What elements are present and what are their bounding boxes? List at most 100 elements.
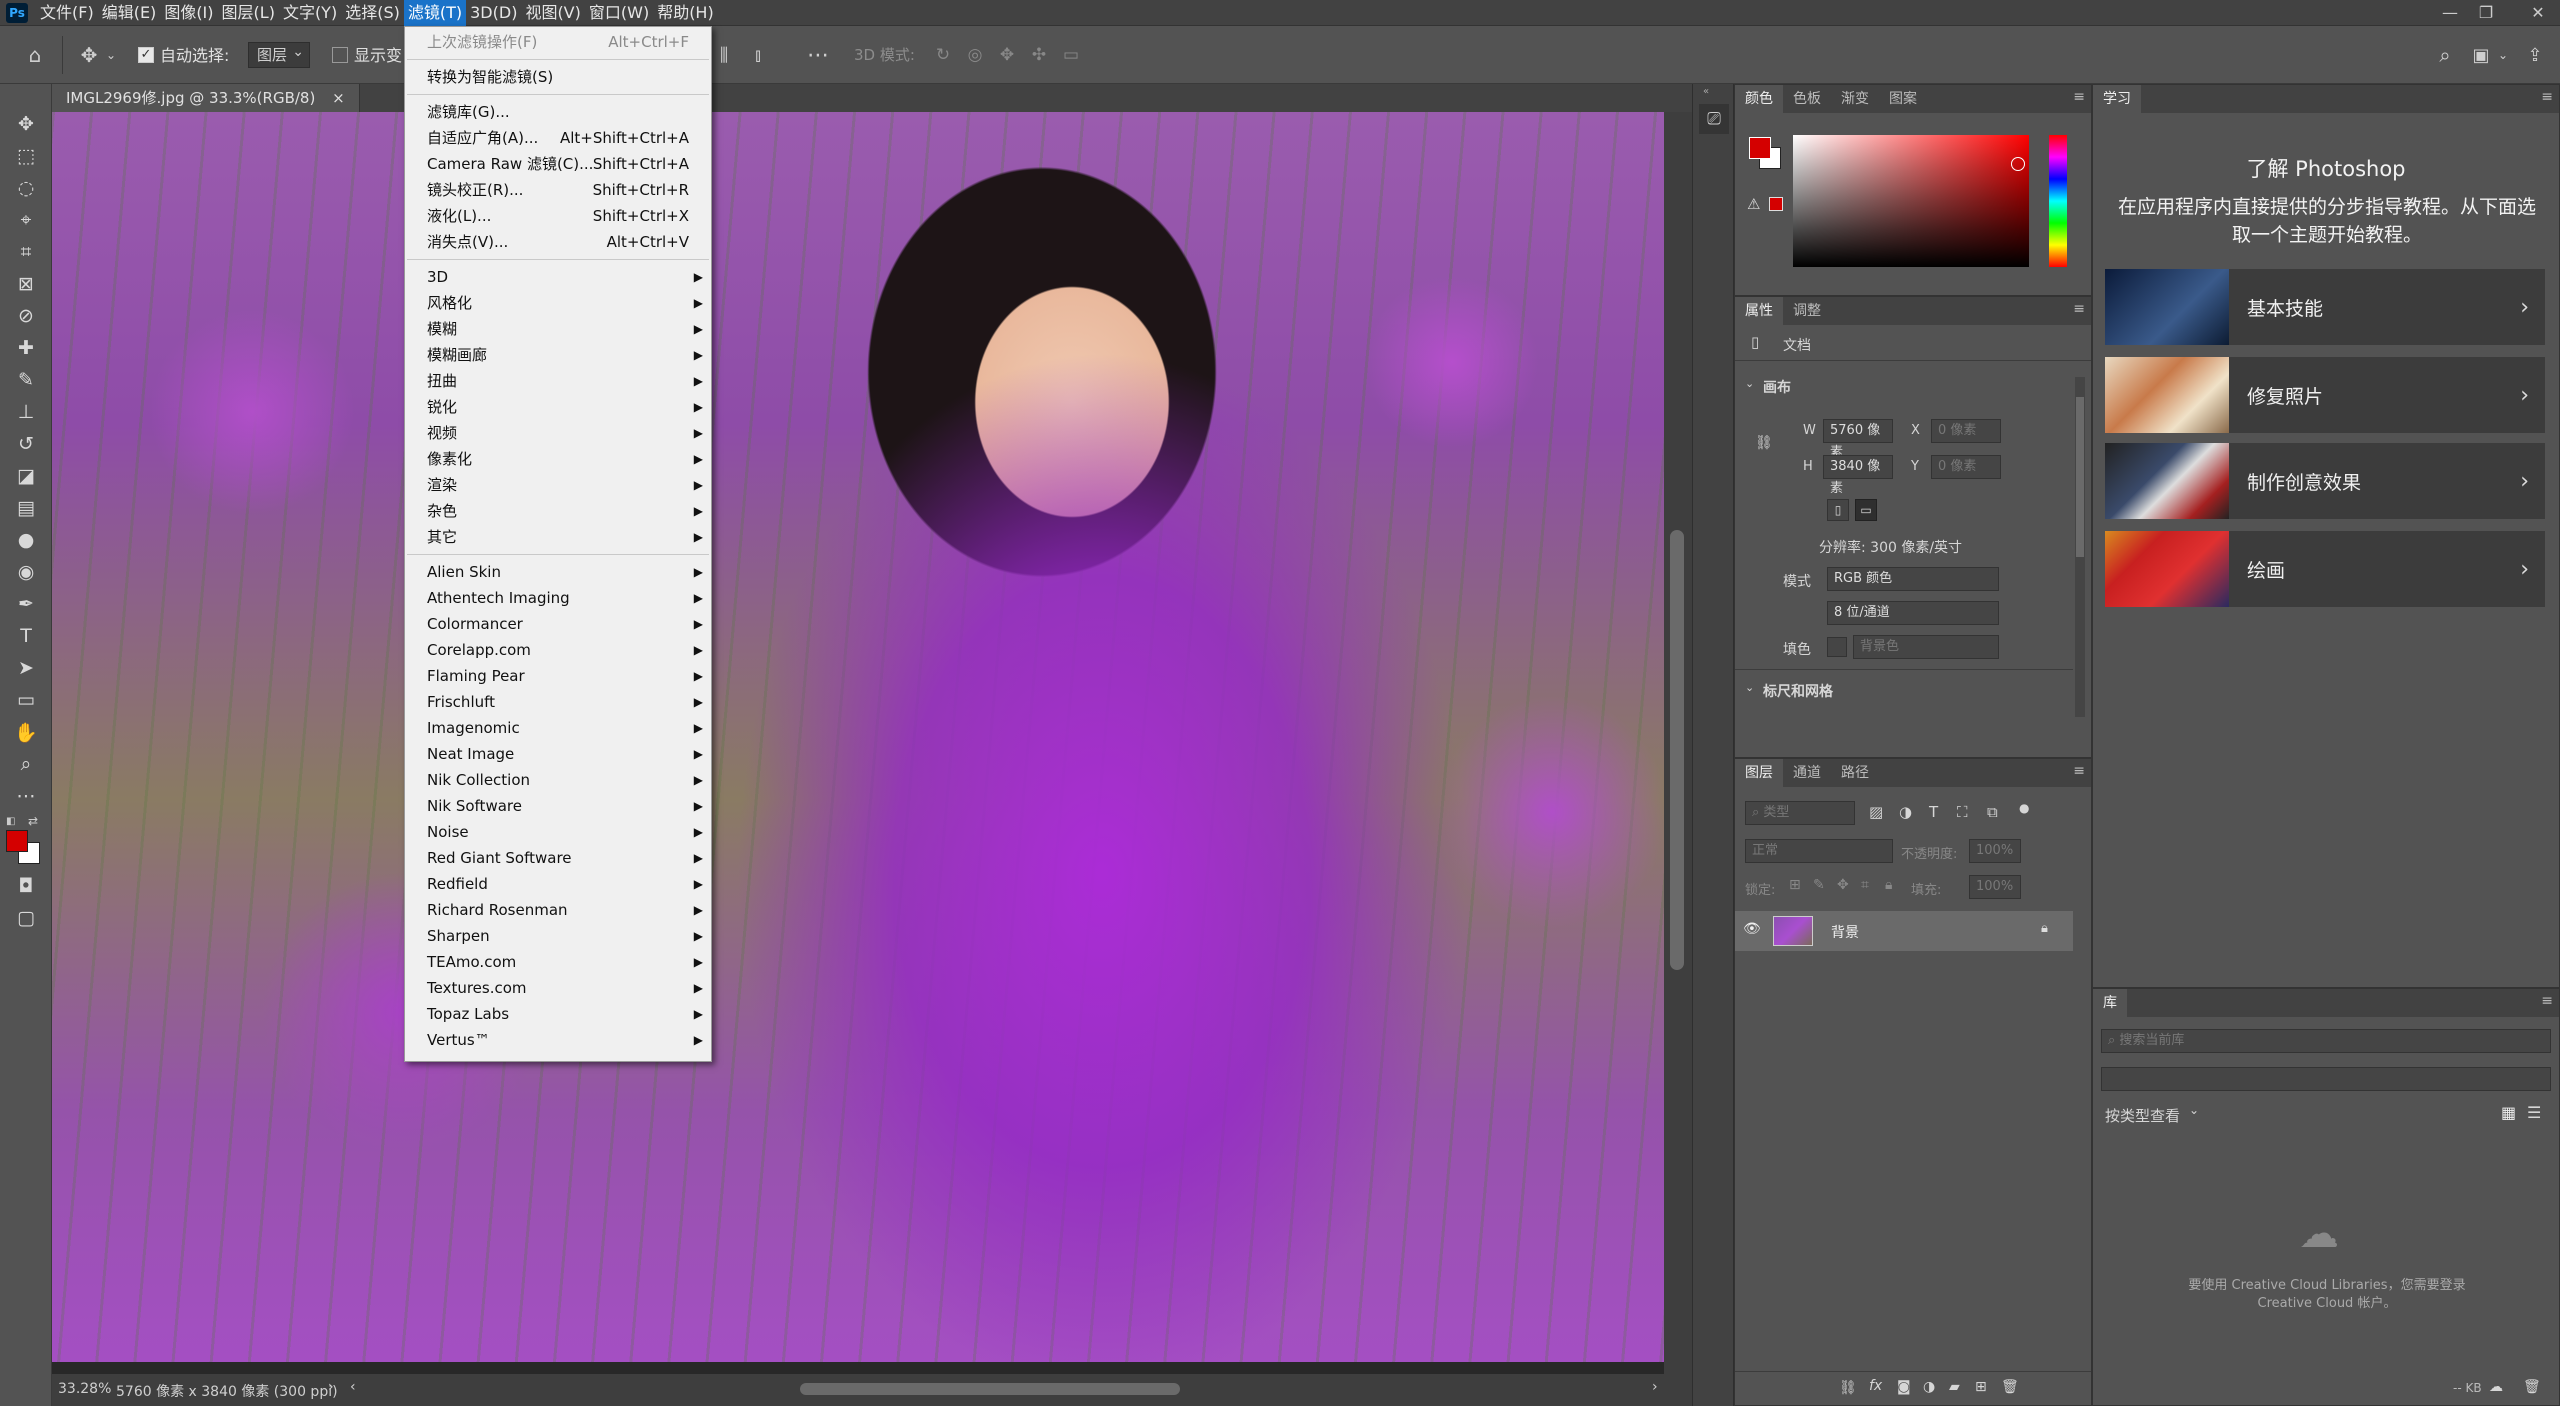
brush-tool-icon[interactable]: ✎ [0,364,52,396]
link-layers-icon[interactable]: ⛓ [1839,1380,1857,1396]
delete-layer-icon[interactable]: 🗑︎ [2001,1379,2019,1395]
layers-panel-menu-icon[interactable]: ≡ [2073,763,2085,779]
lock-paint-icon[interactable]: ✎ [1813,877,1825,893]
panel-tab[interactable]: 通道 [1783,759,1831,787]
learn-card-basic-skills[interactable]: 基本技能 › [2105,269,2545,345]
document-tab[interactable]: IMGL2969修.jpg @ 33.3%(RGB/8) × [52,84,360,112]
panel-tab[interactable]: 色板 [1783,85,1831,113]
healing-brush-tool-icon[interactable]: ✚ [0,332,52,364]
learn-panel-menu-icon[interactable]: ≡ [2541,89,2553,105]
swap-colors-icon[interactable]: ⇄ [28,814,38,828]
foreground-color-swatch[interactable] [1749,137,1771,159]
filter-menu-item[interactable]: 上次滤镜操作(F) Alt+Ctrl+F [405,29,711,55]
tab-learn[interactable]: 学习 [2093,85,2141,113]
view-by-type-dropdown[interactable]: 按类型查看 [2105,1105,2180,1126]
filter-submenu-item[interactable]: Richard Rosenman ▶ [405,897,711,923]
filter-submenu-item[interactable]: Corelapp.com ▶ [405,637,711,663]
opacity-field[interactable]: 100% [1969,839,2021,863]
filter-submenu-item[interactable]: TEAmo.com ▶ [405,949,711,975]
zoom-level[interactable]: 33.28% [58,1381,111,1397]
eyedropper-tool-icon[interactable]: ⊘ [0,300,52,332]
fill-dropdown[interactable]: 背景色 [1853,635,1999,659]
workspace-chevron-icon[interactable]: ⌄ [2496,42,2510,68]
filter-submenu-item[interactable]: Athentech Imaging ▶ [405,585,711,611]
filter-toggle-icon[interactable]: ● [2019,801,2029,815]
minimize-button[interactable]: — [2432,0,2468,26]
filter-submenu-item[interactable]: 模糊画廊 ▶ [405,342,711,368]
filter-submenu-item[interactable]: Frischluft ▶ [405,689,711,715]
filter-menu-item[interactable]: 镜头校正(R)... Shift+Ctrl+R [405,177,711,203]
filter-submenu-item[interactable]: Vertus™ ▶ [405,1027,711,1053]
filter-shape-icon[interactable]: ⛶ [1957,803,1968,821]
new-layer-icon[interactable]: ⊞ [1975,1379,1987,1395]
layer-style-fx-icon[interactable]: fx [1869,1378,1882,1394]
gamut-warning-icon[interactable]: ⚠ [1747,195,1760,213]
menu-item[interactable]: 视图(V) [521,0,584,26]
status-menu-chevron-icon[interactable]: › [328,1379,334,1395]
learn-card-creative-effects[interactable]: 制作创意效果 › [2105,443,2545,519]
filter-submenu-item[interactable]: 3D ▶ [405,264,711,290]
show-transform-checkbox[interactable] [332,47,348,63]
color-picker-cursor[interactable] [2011,157,2025,171]
add-mask-icon[interactable]: ◙ [1897,1379,1911,1395]
menu-item[interactable]: 滤镜(T) [403,0,467,26]
filter-submenu-item[interactable]: Neat Image ▶ [405,741,711,767]
distribute-icon[interactable]: ⫼ [714,42,734,68]
canvas-section-chevron-icon[interactable]: ⌄ [1745,377,1754,390]
layer-name[interactable]: 背景 [1831,922,1859,942]
auto-select-dropdown[interactable]: 图层 [248,40,310,68]
menu-item[interactable]: 帮助(H) [653,0,718,26]
learn-card-fix-photos[interactable]: 修复照片 › [2105,357,2545,433]
history-brush-tool-icon[interactable]: ↺ [0,428,52,460]
workspace-icon[interactable]: ▣ [2466,40,2496,70]
filter-submenu-item[interactable]: 其它 ▶ [405,524,711,550]
vertical-scroll-thumb[interactable] [1670,530,1684,970]
filter-submenu-item[interactable]: Nik Software ▶ [405,793,711,819]
close-window-button[interactable]: ✕ [2520,0,2556,26]
filter-submenu-item[interactable]: 视频 ▶ [405,420,711,446]
filter-submenu-item[interactable]: Topaz Labs ▶ [405,1001,711,1027]
grid-view-icon[interactable]: ▦ [2501,1103,2516,1122]
filter-submenu-item[interactable]: Imagenomic ▶ [405,715,711,741]
share-icon[interactable]: ⇪ [2520,40,2550,70]
menu-item[interactable]: 窗口(W) [585,0,653,26]
dodge-tool-icon[interactable]: ◉ [0,556,52,588]
filter-submenu-item[interactable]: Red Giant Software ▶ [405,845,711,871]
panel-tab[interactable]: 渐变 [1831,85,1879,113]
frame-tool-icon[interactable]: ⊠ [0,268,52,300]
stamp-tool-icon[interactable]: ⊥ [0,396,52,428]
panel-tab[interactable]: 路径 [1831,759,1879,787]
lock-pixels-icon[interactable]: ⊞ [1789,877,1801,893]
library-cloud-icon[interactable]: ☁ [2489,1379,2503,1395]
panel-tab[interactable]: 颜色 [1735,85,1783,113]
filter-submenu-item[interactable]: 杂色 ▶ [405,498,711,524]
menu-item[interactable]: 文件(F) [36,0,98,26]
fill-swatch[interactable] [1827,637,1847,657]
scroll-right-icon[interactable]: › [1652,1379,1658,1395]
scroll-left-icon[interactable]: ‹ [350,1379,356,1395]
color-picker-field[interactable] [1793,135,2029,267]
lock-artboard-icon[interactable]: ⌗ [1861,877,1869,893]
height-field[interactable]: 3840 像素 [1823,455,1893,496]
more-options-icon[interactable]: ⋯ [806,42,830,68]
history-panel-icon[interactable]: ⎚ [1699,104,1729,134]
menu-item[interactable]: 图像(I) [160,0,217,26]
panel-tab[interactable]: 属性 [1735,297,1783,325]
home-icon[interactable]: ⌂ [20,40,50,70]
layer-visibility-eye-icon[interactable]: 👁︎ [1743,921,1761,937]
rulers-section-chevron-icon[interactable]: ⌄ [1745,681,1754,694]
layer-row-background[interactable]: 👁︎ 背景 🔒︎ [1735,911,2073,951]
rectangle-tool-icon[interactable]: ▭ [0,684,52,716]
panel-tab[interactable]: 图层 [1735,759,1783,787]
3d-orbit-icon[interactable]: ↻ [930,42,956,68]
properties-scroll-thumb[interactable] [2076,397,2084,557]
auto-select-checkbox[interactable]: ✓ [138,47,154,63]
new-group-icon[interactable]: ▰ [1949,1379,1960,1395]
foreground-color-swatch[interactable] [6,830,28,852]
learn-card-painting[interactable]: 绘画 › [2105,531,2545,607]
3d-pan-icon[interactable]: ✥ [994,42,1020,68]
filter-submenu-item[interactable]: Colormancer ▶ [405,611,711,637]
filter-type-icon[interactable]: T [1929,803,1938,821]
eraser-tool-icon[interactable]: ◪ [0,460,52,492]
gradient-tool-icon[interactable]: ▤ [0,492,52,524]
